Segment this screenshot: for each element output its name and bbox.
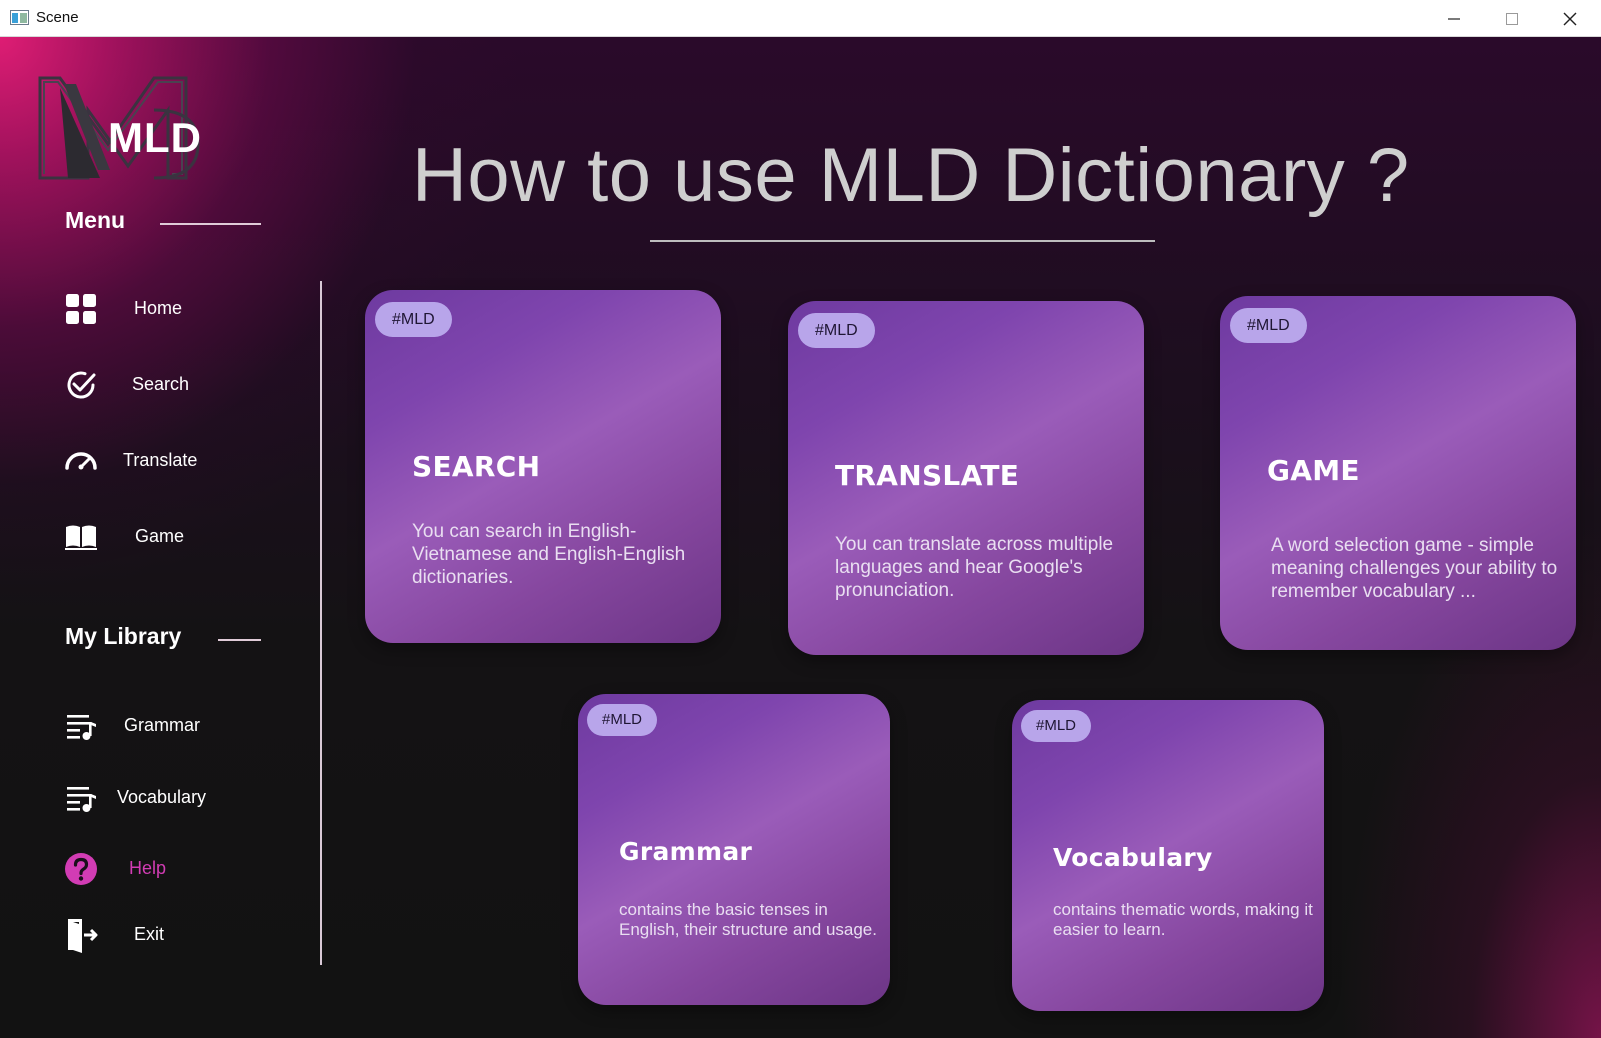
library-heading: My Library: [65, 623, 182, 649]
card-description: contains the basic tenses in English, th…: [619, 900, 877, 939]
card-title: Grammar: [619, 837, 753, 866]
window-titlebar: Scene: [0, 0, 1601, 37]
sidebar-item-exit[interactable]: Exit: [60, 911, 290, 957]
app-icon: [10, 10, 29, 25]
feature-card-game: #MLD GAME A word selection game - simple…: [1220, 296, 1576, 650]
check-circle-icon: [64, 368, 98, 402]
mld-logo: MLD: [38, 76, 202, 180]
maximize-icon: [1506, 12, 1518, 25]
card-description: A word selection game - simple meaning c…: [1271, 535, 1558, 602]
sidebar-item-label: Exit: [134, 924, 165, 944]
feature-card-vocabulary: #MLD Vocabulary contains thematic words,…: [1012, 700, 1324, 1011]
logo-text: MLD: [108, 114, 202, 161]
minimize-button[interactable]: [1425, 0, 1483, 37]
card-tag: #MLD: [587, 704, 658, 736]
help-icon: [64, 852, 98, 886]
grid-icon: [64, 292, 98, 326]
sidebar-item-label: Translate: [123, 450, 198, 470]
card-tag: #MLD: [1021, 710, 1092, 742]
card-tag: #MLD: [798, 313, 875, 348]
title-underline: [650, 240, 1155, 242]
sidebar-item-search[interactable]: Search: [60, 361, 290, 407]
exit-door-icon: [64, 918, 98, 953]
speedometer-icon: [64, 444, 98, 478]
sidebar-item-label: Vocabulary: [117, 787, 207, 807]
close-icon: [1563, 12, 1577, 25]
sidebar-item-label: Search: [132, 374, 190, 394]
sidebar-item-help[interactable]: Help: [60, 845, 290, 891]
sidebar-item-grammar[interactable]: Grammar: [60, 702, 290, 748]
card-title: SEARCH: [412, 450, 541, 483]
sidebar-item-label: Game: [135, 526, 185, 546]
card-tag: #MLD: [375, 302, 452, 337]
sidebar-item-game[interactable]: Game: [60, 513, 290, 559]
card-title: GAME: [1267, 454, 1360, 487]
feature-card-grammar: #MLD Grammar contains the basic tenses i…: [578, 694, 890, 1005]
sidebar-item-label: Help: [129, 858, 167, 878]
playlist-icon: [64, 709, 98, 743]
minimize-icon: [1448, 17, 1460, 20]
card-title: Vocabulary: [1053, 843, 1213, 872]
sidebar-item-translate[interactable]: Translate: [60, 437, 290, 483]
maximize-button[interactable]: [1483, 0, 1541, 37]
sidebar-item-label: Grammar: [124, 715, 200, 735]
menu-divider: [160, 223, 261, 225]
window-title: Scene: [36, 9, 79, 26]
sidebar-divider: [320, 281, 322, 965]
card-tag: #MLD: [1230, 308, 1307, 343]
sidebar-item-label: Home: [134, 298, 183, 318]
close-button[interactable]: [1541, 0, 1599, 37]
library-divider: [218, 639, 261, 641]
card-description: contains thematic words, making it easie…: [1053, 900, 1313, 939]
page-title: How to use MLD Dictionary ?: [412, 133, 1410, 218]
app-surface: MLD Menu Home Search Translate Game My L…: [0, 37, 1601, 1038]
playlist-icon: [64, 781, 98, 815]
card-description: You can search in English-Vietnamese and…: [412, 521, 686, 588]
sidebar-item-home[interactable]: Home: [60, 285, 290, 331]
feature-card-translate: #MLD TRANSLATE You can translate across …: [788, 301, 1144, 655]
card-description: You can translate across multiple langua…: [835, 534, 1114, 601]
feature-card-search: #MLD SEARCH You can search in English-Vi…: [365, 290, 721, 643]
menu-heading: Menu: [65, 207, 126, 233]
sidebar-item-vocabulary[interactable]: Vocabulary: [60, 774, 290, 820]
book-icon: [64, 520, 98, 554]
card-title: TRANSLATE: [835, 459, 1020, 492]
